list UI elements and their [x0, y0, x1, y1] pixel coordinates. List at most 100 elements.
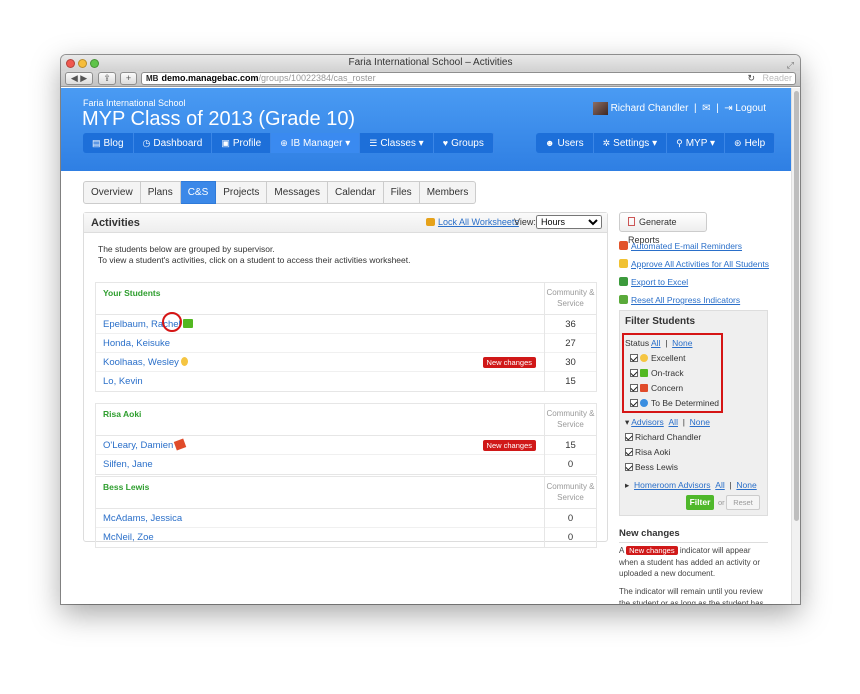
student-link[interactable]: Lo, Kevin — [103, 376, 143, 387]
checkbox[interactable] — [630, 369, 638, 377]
tab-calendar[interactable]: Calendar — [327, 181, 384, 204]
nav-help[interactable]: ⊛ Help — [725, 133, 776, 153]
student-link[interactable]: Koolhaas, Wesley — [103, 357, 188, 368]
new-changes-badge: New changes — [482, 440, 536, 451]
table-row[interactable]: Epelbaum, Rachel 36 — [96, 312, 596, 334]
student-link[interactable]: Honda, Keisuke — [103, 338, 170, 349]
reader-button[interactable]: Reader — [762, 73, 792, 84]
app-header: Faria International School MYP Class of … — [61, 88, 791, 171]
lock-all-link[interactable]: Lock All Worksheets — [426, 217, 519, 227]
tab-plans[interactable]: Plans — [140, 181, 181, 204]
advisor-option[interactable]: Richard Chandler — [625, 432, 701, 442]
advisors-none-link[interactable]: None — [690, 417, 710, 427]
gear-icon: ✲ — [602, 138, 611, 148]
group-name: Risa Aoki — [103, 409, 142, 419]
hours-value: 27 — [544, 334, 596, 353]
avatar[interactable] — [592, 102, 608, 115]
reset-button[interactable]: Reset — [726, 495, 760, 510]
nav-classes[interactable]: ☰ Classes ▾ — [360, 133, 434, 153]
approve-icon — [619, 259, 628, 268]
view-select[interactable]: Hours — [536, 215, 602, 229]
tab-overview[interactable]: Overview — [83, 181, 141, 204]
reset-progress-link[interactable]: Reset All Progress Indicators — [619, 295, 740, 305]
nav-groups[interactable]: ♥ Groups — [434, 133, 494, 153]
student-link[interactable]: O'Leary, Damien — [103, 438, 187, 451]
nav-users[interactable]: ☻ Users — [536, 133, 594, 153]
status-all-link[interactable]: All — [651, 338, 660, 348]
group-header: Bess Lewis Community & Service — [96, 477, 596, 509]
homeroom-all-link[interactable]: All — [715, 480, 724, 490]
back-forward-buttons[interactable]: ◀ ▶ — [65, 72, 93, 85]
advisor-option[interactable]: Risa Aoki — [625, 447, 670, 457]
user-name[interactable]: Richard Chandler — [611, 103, 689, 114]
nav-myp[interactable]: ⚲ MYP ▾ — [667, 133, 726, 153]
minimize-window-button[interactable] — [78, 59, 87, 68]
homeroom-link[interactable]: Homeroom Advisors — [634, 480, 711, 490]
generate-reports-button[interactable]: Generate Reports — [619, 212, 707, 245]
hours-value: 0 — [544, 509, 596, 528]
share-button[interactable]: ⇪ — [98, 72, 116, 85]
logout-icon: ⇥ — [724, 103, 733, 115]
advisor-option[interactable]: Bess Lewis — [625, 462, 678, 472]
new-tab-button[interactable]: + — [120, 72, 137, 85]
checkbox[interactable] — [630, 384, 638, 392]
close-window-button[interactable] — [66, 59, 75, 68]
thumbs-down-icon — [174, 438, 187, 451]
new-changes-badge: New changes — [482, 357, 536, 368]
checkbox[interactable] — [630, 354, 638, 362]
new-changes-badge: New changes — [626, 546, 678, 555]
nav-dashboard[interactable]: ◷ Dashboard — [134, 133, 213, 153]
tab-files[interactable]: Files — [383, 181, 420, 204]
green-flag-icon — [640, 369, 648, 377]
advisors-link[interactable]: Advisors — [631, 417, 664, 427]
table-row[interactable]: Honda, Keisuke 27 — [96, 334, 596, 353]
right-nav: ☻ Users ✲ Settings ▾ ⚲ MYP ▾ ⊛ Help — [536, 133, 776, 153]
nav-profile[interactable]: ▣ Profile — [212, 133, 272, 153]
hours-value: 0 — [544, 455, 596, 474]
logout-link[interactable]: Logout — [735, 103, 766, 114]
student-link[interactable]: McNeil, Zoe — [103, 532, 154, 543]
export-excel-link[interactable]: Export to Excel — [619, 277, 688, 287]
table-row[interactable]: Lo, Kevin 15 — [96, 372, 596, 391]
view-label: View: — [514, 217, 536, 227]
table-row[interactable]: McAdams, Jessica 0 — [96, 509, 596, 528]
checkbox[interactable] — [625, 448, 633, 456]
tab-members[interactable]: Members — [419, 181, 477, 204]
tab-messages[interactable]: Messages — [267, 181, 328, 204]
table-row[interactable]: Koolhaas, Wesley New changes 30 — [96, 353, 596, 372]
email-reminders-link[interactable]: Automated E-mail Reminders — [619, 241, 742, 251]
tab-cs[interactable]: C&S — [180, 181, 217, 204]
student-link[interactable]: Silfen, Jane — [103, 459, 153, 470]
mail-icon[interactable]: ✉ — [702, 103, 710, 114]
address-bar[interactable]: MB demo.managebac.com/groups/10022384/cas… — [141, 72, 796, 85]
advisors-all-link[interactable]: All — [669, 417, 678, 427]
checkbox[interactable] — [625, 433, 633, 441]
group-tabs: Overview Plans C&S Projects Messages Cal… — [83, 181, 477, 204]
checkbox[interactable] — [625, 463, 633, 471]
scrollbar-thumb[interactable] — [794, 91, 799, 521]
nav-ib-manager[interactable]: ⊕ IB Manager ▾ — [271, 133, 361, 153]
status-none-link[interactable]: None — [672, 338, 692, 348]
collapse-icon[interactable]: ▸ — [625, 480, 629, 490]
homeroom-filter-header: ▸ Homeroom Advisors All | None — [625, 480, 757, 490]
zoom-window-button[interactable] — [90, 59, 99, 68]
homeroom-none-link[interactable]: None — [736, 480, 756, 490]
approve-all-link[interactable]: Approve All Activities for All Students — [619, 259, 769, 269]
student-link[interactable]: McAdams, Jessica — [103, 513, 182, 524]
checkbox[interactable] — [630, 399, 638, 407]
nav-blog[interactable]: ▤ Blog — [83, 133, 134, 153]
table-row[interactable]: McNeil, Zoe 0 — [96, 528, 596, 547]
advisors-filter-header: ▾ Advisors All | None — [625, 417, 710, 427]
table-row[interactable]: Silfen, Jane 0 — [96, 455, 596, 474]
status-concern[interactable]: Concern — [630, 383, 683, 393]
tab-projects[interactable]: Projects — [216, 181, 268, 204]
filter-button[interactable]: Filter — [686, 495, 714, 510]
expand-icon[interactable]: ▾ — [625, 417, 629, 427]
reload-icon[interactable]: ↻ — [747, 73, 755, 84]
status-tbd[interactable]: To Be Determined — [630, 398, 719, 408]
table-row[interactable]: O'Leary, Damien New changes 15 — [96, 436, 596, 455]
status-excellent[interactable]: Excellent — [630, 353, 686, 363]
scrollbar[interactable] — [791, 88, 800, 604]
status-on-track[interactable]: On-track — [630, 368, 684, 378]
nav-settings[interactable]: ✲ Settings ▾ — [594, 133, 668, 153]
